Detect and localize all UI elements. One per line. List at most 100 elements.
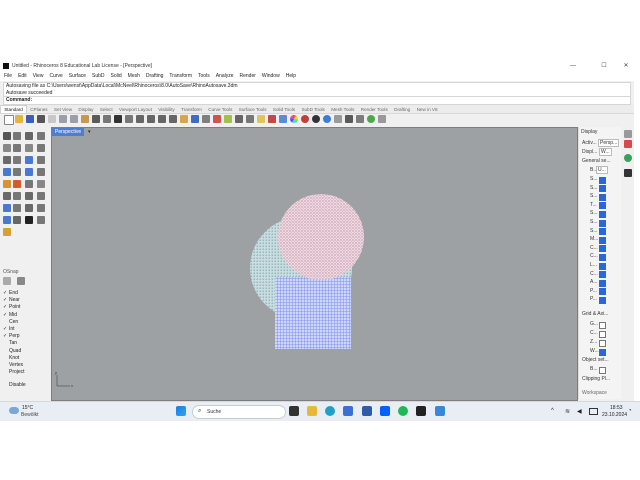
- fillet-icon[interactable]: [3, 156, 11, 164]
- menu-drafting[interactable]: Drafting: [144, 72, 166, 81]
- array-icon[interactable]: [3, 204, 11, 212]
- trim-icon[interactable]: [25, 204, 33, 212]
- copy-object-icon[interactable]: [13, 192, 21, 200]
- tray-chevron-icon[interactable]: ^: [551, 408, 554, 414]
- surface-icon[interactable]: [25, 156, 33, 164]
- mirror-icon[interactable]: [13, 204, 21, 212]
- osnap-item-mid[interactable]: ✓ Mid: [3, 312, 17, 318]
- dimension-icon[interactable]: [37, 216, 45, 224]
- clipping-planes-header[interactable]: Clipping Pl...: [582, 376, 610, 382]
- mesh-icon[interactable]: [25, 180, 33, 188]
- view-icon[interactable]: [180, 115, 188, 123]
- volume-icon[interactable]: ◀: [577, 408, 582, 415]
- object-settings-header[interactable]: Object set...: [582, 357, 609, 363]
- boolean-difference-icon[interactable]: [13, 180, 21, 188]
- plugin-icon[interactable]: [367, 115, 375, 123]
- grid-setting-checkbox[interactable]: [599, 321, 606, 329]
- microsoft-store-icon[interactable]: [343, 406, 353, 416]
- subd-icon[interactable]: [37, 180, 45, 188]
- close-button[interactable]: ✕: [619, 62, 633, 70]
- menu-help[interactable]: Help: [284, 72, 298, 81]
- photos-icon[interactable]: [435, 406, 445, 416]
- tab-new-in-v8[interactable]: New in V8: [413, 106, 440, 114]
- osnap-item-perp[interactable]: ✓ Perp: [3, 333, 20, 339]
- active-viewport-select[interactable]: Persp...: [598, 139, 620, 147]
- menu-window[interactable]: Window: [260, 72, 282, 81]
- command-input[interactable]: Command:: [3, 96, 631, 105]
- boolean-union-icon[interactable]: [3, 180, 11, 188]
- light-bulb-icon[interactable]: [257, 115, 265, 123]
- environment-icon[interactable]: [323, 115, 331, 123]
- undo-icon[interactable]: [92, 115, 100, 123]
- hide-icon[interactable]: [235, 115, 243, 123]
- print-icon[interactable]: [37, 115, 45, 123]
- tab-standard[interactable]: Standard: [0, 105, 28, 113]
- general-setting-checkbox[interactable]: [599, 202, 606, 210]
- open-folder-icon[interactable]: [15, 115, 23, 123]
- general-setting-checkbox[interactable]: [599, 185, 606, 193]
- osnap-item-cen[interactable]: Cen: [3, 319, 18, 325]
- material-icon[interactable]: [312, 115, 320, 123]
- properties-icon[interactable]: [268, 115, 276, 123]
- osnap-item-point[interactable]: ✓ Point: [3, 304, 20, 310]
- general-settings-header[interactable]: General se...: [582, 158, 611, 164]
- osnap-item-end[interactable]: ✓ End: [3, 290, 18, 296]
- zoom-extents-icon[interactable]: [158, 115, 166, 123]
- osnap-item-knot[interactable]: Knot: [3, 355, 19, 361]
- general-setting-checkbox[interactable]: [599, 228, 606, 236]
- layers-panel-icon[interactable]: [624, 140, 632, 148]
- battery-icon[interactable]: [589, 408, 598, 415]
- analyze-icon[interactable]: [3, 228, 11, 236]
- zoom-icon[interactable]: [136, 115, 144, 123]
- perspective-viewport[interactable]: Perspective ▾ x y: [51, 127, 578, 401]
- cut-icon[interactable]: [59, 115, 67, 123]
- general-setting-checkbox[interactable]: [599, 236, 606, 244]
- four-viewports-icon[interactable]: [191, 115, 199, 123]
- circle-icon[interactable]: [3, 144, 11, 152]
- grasshopper-icon[interactable]: [345, 115, 353, 123]
- general-setting-checkbox[interactable]: [599, 288, 606, 296]
- osnap-item-tan[interactable]: Tan: [3, 340, 17, 346]
- taskbar-search[interactable]: ⌕ Suche: [192, 405, 286, 419]
- osnap-item-int[interactable]: ✓ Int: [3, 326, 15, 332]
- pink-sphere[interactable]: [278, 194, 364, 280]
- clock-date[interactable]: 23.10.2024: [602, 412, 627, 418]
- general-setting-checkbox[interactable]: [599, 253, 606, 261]
- dropbox-icon[interactable]: [380, 406, 390, 416]
- extrude-icon[interactable]: [3, 168, 11, 176]
- point-icon[interactable]: [13, 132, 21, 140]
- windows-start-icon[interactable]: [176, 406, 186, 416]
- display-mode-select[interactable]: W...: [599, 148, 612, 156]
- redo-icon[interactable]: [103, 115, 111, 123]
- curve-icon[interactable]: [37, 132, 45, 140]
- scale-icon[interactable]: [37, 192, 45, 200]
- polygon-icon[interactable]: [37, 144, 45, 152]
- color-wheel-icon[interactable]: [290, 115, 298, 123]
- polyline-icon[interactable]: [25, 132, 33, 140]
- zoom-window-icon[interactable]: [147, 115, 155, 123]
- menu-curve[interactable]: Curve: [47, 72, 64, 81]
- osnap-toggle-icon[interactable]: [3, 277, 11, 285]
- general-setting-checkbox[interactable]: [599, 271, 606, 279]
- copy-icon[interactable]: [70, 115, 78, 123]
- general-setting-checkbox[interactable]: [599, 210, 606, 218]
- osnap-filter-icon[interactable]: [17, 277, 25, 285]
- new-file-icon[interactable]: [4, 115, 14, 125]
- grid-setting-checkbox[interactable]: [599, 348, 606, 356]
- grid-setting-checkbox[interactable]: [599, 330, 606, 338]
- mesh-plane[interactable]: [275, 277, 351, 349]
- file-explorer-icon[interactable]: [307, 406, 317, 416]
- general-setting-checkbox[interactable]: [599, 245, 606, 253]
- osnap-item-disable[interactable]: Disable: [3, 382, 26, 388]
- offset-icon[interactable]: [13, 156, 21, 164]
- join-icon[interactable]: [3, 216, 11, 224]
- options-icon[interactable]: [334, 115, 342, 123]
- render-sphere-icon[interactable]: [301, 115, 309, 123]
- general-setting-checkbox[interactable]: [599, 176, 606, 184]
- save-icon[interactable]: [26, 115, 34, 123]
- menu-transform[interactable]: Transform: [167, 72, 194, 81]
- osnap-item-near[interactable]: ✓ Near: [3, 297, 20, 303]
- rotate-icon[interactable]: [25, 192, 33, 200]
- menu-solid[interactable]: Solid: [109, 72, 124, 81]
- split-icon[interactable]: [37, 204, 45, 212]
